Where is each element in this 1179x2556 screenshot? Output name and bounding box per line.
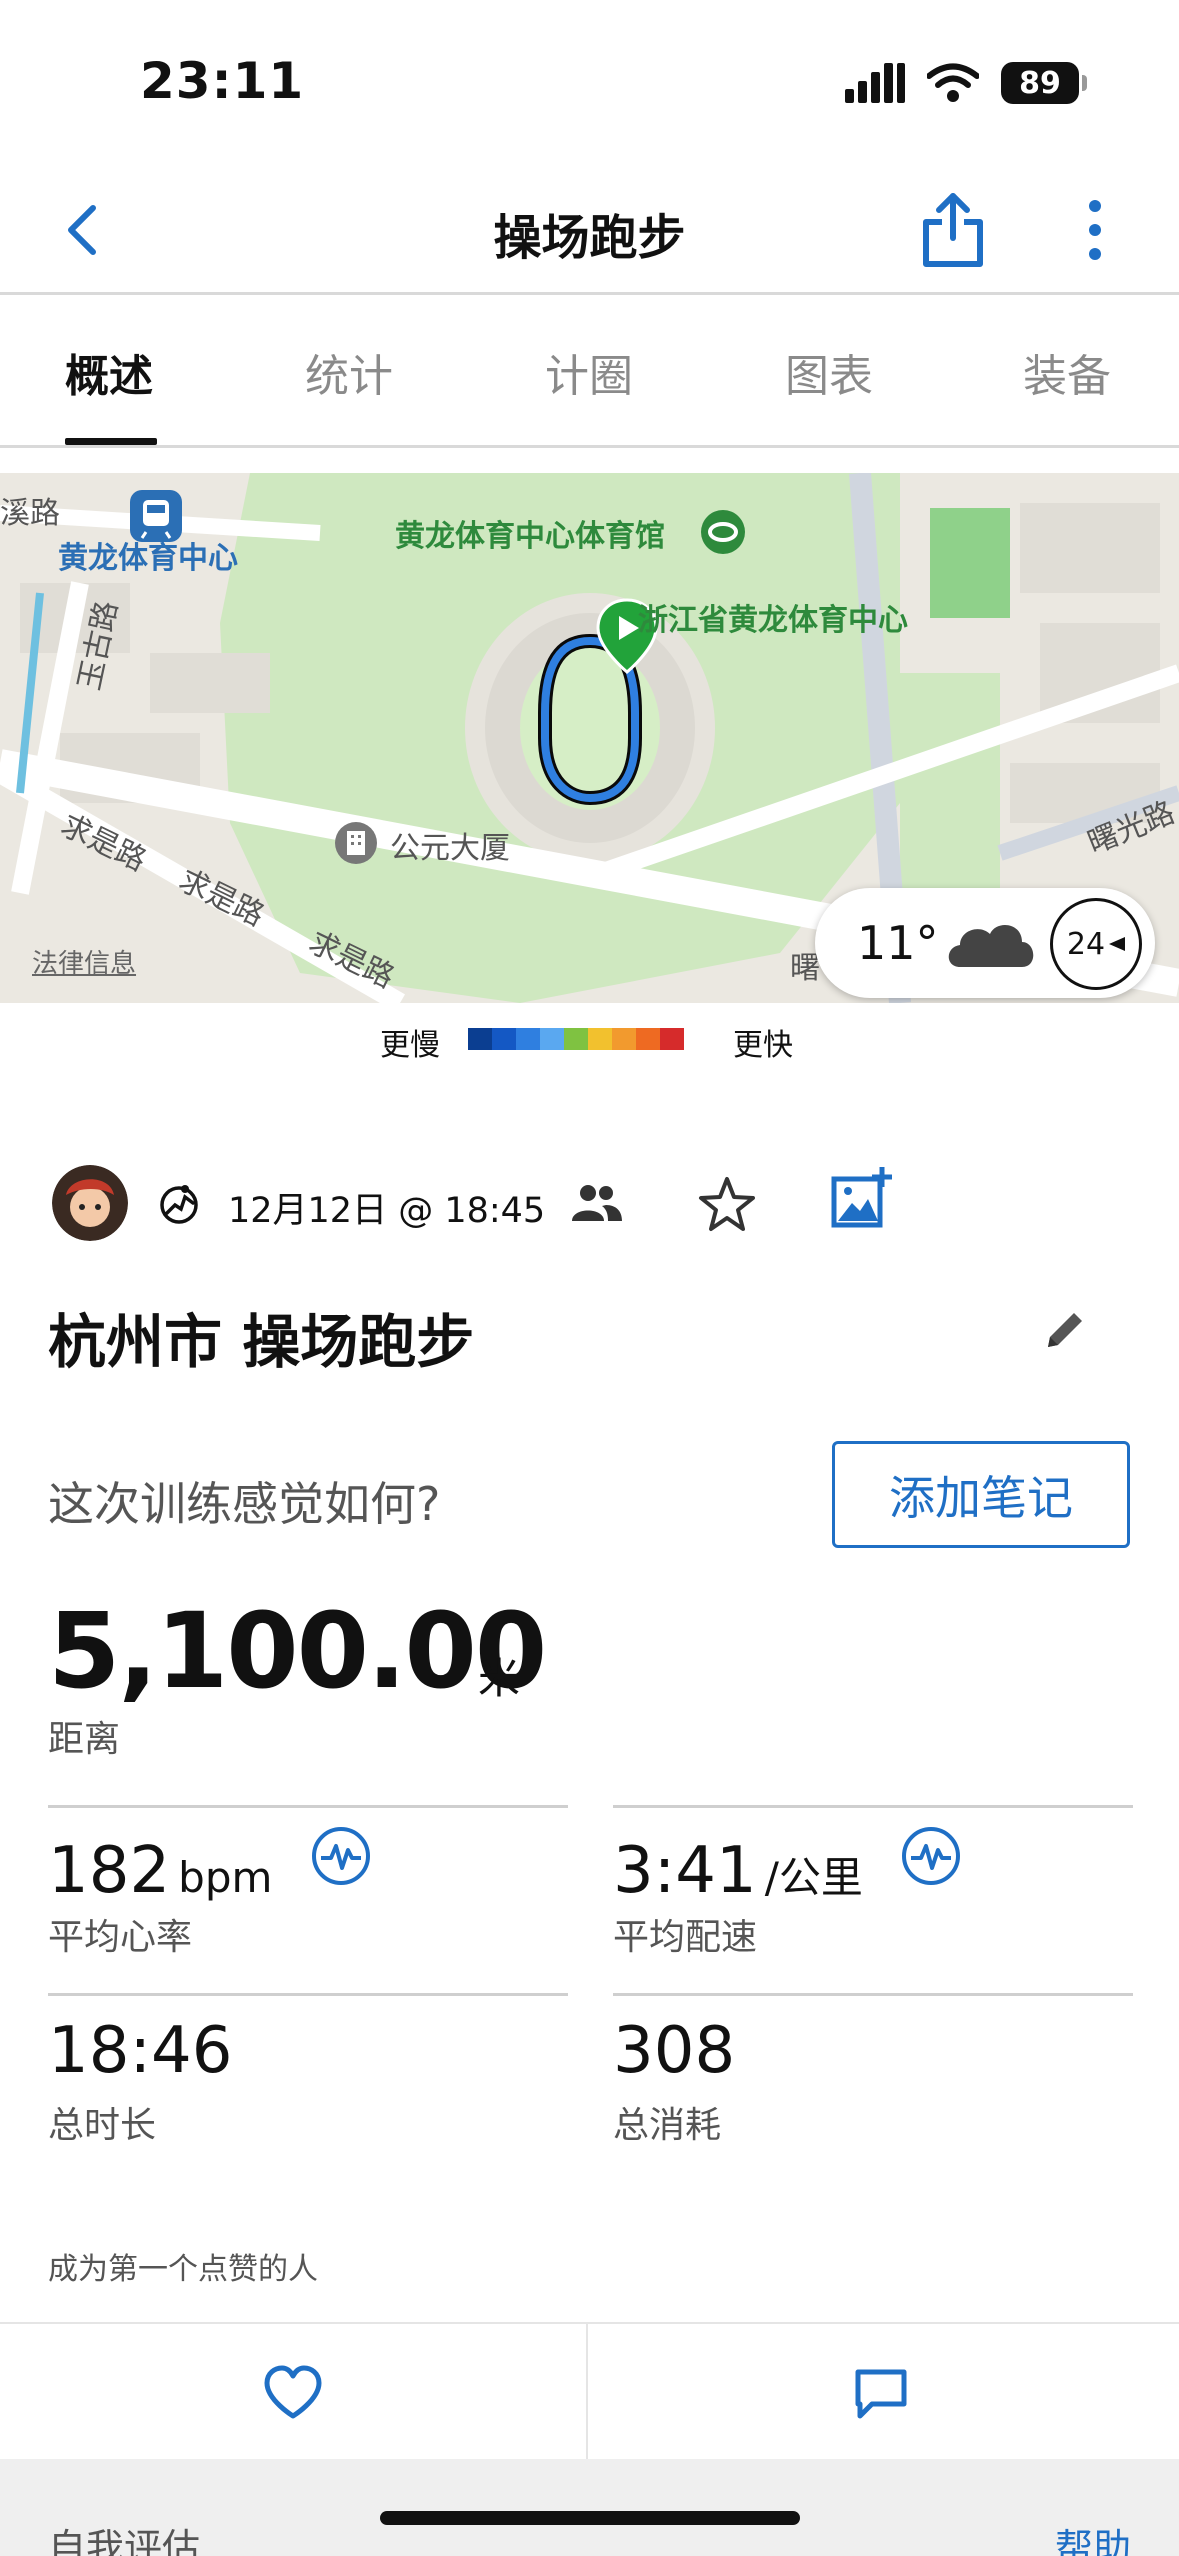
pace-unit: /公里 [764, 1853, 863, 1902]
help-link[interactable]: 帮助 [1055, 2517, 1131, 2556]
pace-color-scale [468, 1028, 684, 1050]
like-button[interactable] [0, 2324, 588, 2461]
social-action-bar [0, 2322, 1179, 2461]
duration-label: 总时长 [48, 2105, 157, 2146]
pace-value: 3:41 [613, 1834, 757, 1908]
add-photo-icon[interactable] [828, 1165, 896, 1233]
avatar[interactable] [52, 1165, 128, 1241]
tab-gear[interactable]: 装备 [1023, 340, 1111, 404]
cellular-signal-icon [845, 63, 905, 103]
map-label-building: 公元大厦 [390, 831, 510, 866]
likes-prompt: 成为第一个点赞的人 [48, 2252, 318, 2287]
people-icon[interactable] [568, 1183, 624, 1223]
duration-value: 18:46 [48, 2014, 233, 2088]
map-label-road-xixi: 溪路 [0, 496, 60, 531]
cloud-icon [948, 924, 1034, 967]
share-icon[interactable] [918, 192, 988, 268]
page-title: 操场跑步 [493, 210, 686, 266]
heart-rate-value: 182 [48, 1834, 171, 1908]
pace-fast-label: 更快 [733, 1028, 793, 1063]
pace-slow-label: 更慢 [380, 1028, 440, 1063]
pace-color-swatch [564, 1028, 588, 1050]
stat-duration: 18:46 总时长 [48, 1993, 568, 2163]
comment-button[interactable] [590, 2324, 1179, 2461]
weather-temperature: 11° [857, 916, 939, 970]
tab-bar: 概述 统计 计圈 图表 装备 [0, 298, 1179, 448]
map-label-sports-center: 浙江省黄龙体育中心 [638, 603, 908, 638]
running-activity-icon [160, 1185, 198, 1224]
more-options-icon[interactable] [1080, 194, 1110, 266]
heart-rate-label: 平均心率 [48, 1917, 193, 1958]
tab-laps[interactable]: 计圈 [545, 340, 633, 404]
wind-speed-value: 24 [1066, 926, 1106, 962]
heart-icon [264, 2365, 322, 2419]
calories-label: 总消耗 [613, 2105, 722, 2146]
navigation-bar: 操场跑步 [0, 170, 1179, 295]
self-evaluation-label: 自我评估 [48, 2526, 201, 2556]
feeling-question: 这次训练感觉如何? [48, 1477, 441, 1531]
pace-color-swatch [492, 1028, 516, 1050]
pace-color-swatch [540, 1028, 564, 1050]
stat-heart-rate[interactable]: 182 bpm 平均心率 [48, 1805, 568, 1975]
active-tab-indicator [65, 438, 157, 445]
edit-pencil-icon[interactable] [1040, 1305, 1090, 1355]
building-icon [335, 822, 377, 864]
distance-label: 距离 [48, 1719, 121, 1760]
weather-badge[interactable]: 11° 24 [815, 888, 1155, 998]
activity-date: 12月12日 @ 18:45 [228, 1191, 546, 1231]
pace-color-swatch [660, 1028, 684, 1050]
heart-rate-unit: bpm [178, 1853, 273, 1902]
pace-color-swatch [612, 1028, 636, 1050]
map-label-metro-station: 黄龙体育中心 [58, 541, 238, 576]
heart-rate-chart-icon[interactable] [311, 1826, 371, 1886]
pace-label: 平均配速 [613, 1917, 758, 1958]
stat-calories: 308 总消耗 [613, 1993, 1133, 2163]
home-indicator [380, 2511, 800, 2525]
pace-color-swatch [468, 1028, 492, 1050]
add-note-button[interactable]: 添加笔记 [832, 1441, 1130, 1548]
status-time: 23:11 [140, 52, 305, 110]
pace-chart-icon[interactable] [901, 1826, 961, 1886]
wind-speed-icon: 24 [1050, 898, 1142, 990]
status-bar: 23:11 89 [0, 0, 1179, 170]
distance-value: 5,100.00 [48, 1590, 547, 1712]
self-evaluation-section: 自我评估 帮助 [0, 2459, 1179, 2556]
stat-pace[interactable]: 3:41/公里 平均配速 [613, 1805, 1133, 1975]
wind-direction-arrow-icon [1109, 937, 1126, 951]
battery-indicator: 89 [1001, 62, 1087, 104]
pace-color-swatch [588, 1028, 612, 1050]
venue-icon [701, 510, 745, 554]
activity-meta-row: 12月12日 @ 18:45 [0, 1165, 1179, 1245]
pace-color-swatch [516, 1028, 540, 1050]
pace-legend: 更慢 更快 [0, 1018, 1179, 1063]
distance-unit: 米 [478, 1654, 521, 1703]
status-icons: 89 [845, 62, 1087, 104]
star-icon[interactable] [695, 1173, 759, 1237]
map-label-stadium-hall: 黄龙体育中心体育馆 [395, 519, 665, 554]
tab-charts[interactable]: 图表 [785, 340, 873, 404]
comment-icon [855, 2369, 907, 2419]
wifi-icon [927, 63, 979, 102]
tab-overview[interactable]: 概述 [65, 340, 153, 404]
pace-color-swatch [636, 1028, 660, 1050]
calories-value: 308 [613, 2014, 736, 2088]
activity-title: 杭州市 操场跑步 [48, 1308, 475, 1376]
tab-stats[interactable]: 统计 [305, 340, 393, 404]
map-legal-link[interactable]: 法律信息 [32, 943, 136, 980]
route-map[interactable]: 黄龙体育中心 黄龙体育中心体育馆 浙江省黄龙体育中心 公元大厦 求是路 求是路 … [0, 473, 1179, 1003]
